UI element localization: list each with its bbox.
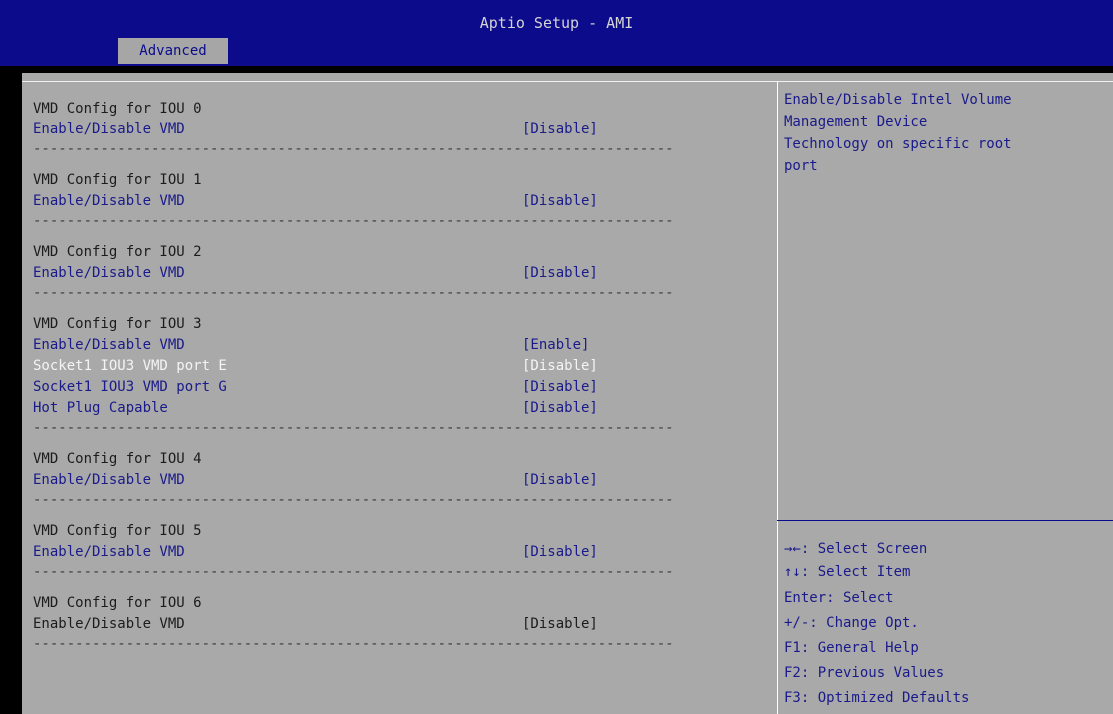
option-label-iou3-hot-plug[interactable]: Hot Plug Capable bbox=[33, 399, 168, 417]
separator: ----------------------------------------… bbox=[33, 285, 674, 301]
section-heading-iou0: VMD Config for IOU 0 bbox=[33, 101, 202, 117]
section-heading-iou3: VMD Config for IOU 3 bbox=[33, 316, 202, 332]
help-text-line: Technology on specific root bbox=[784, 136, 1012, 152]
option-label-iou3-vmd[interactable]: Enable/Disable VMD bbox=[33, 336, 185, 354]
separator: ----------------------------------------… bbox=[33, 564, 674, 580]
option-value-iou5-vmd[interactable]: [Disable] bbox=[522, 543, 598, 561]
section-heading-iou4: VMD Config for IOU 4 bbox=[33, 451, 202, 467]
option-value-iou4-vmd[interactable]: [Disable] bbox=[522, 471, 598, 489]
option-value-iou3-vmd[interactable]: [Enable] bbox=[522, 336, 589, 354]
help-divider bbox=[777, 520, 1113, 521]
help-text-line: Management Device bbox=[784, 114, 928, 130]
section-heading-iou1: VMD Config for IOU 1 bbox=[33, 172, 202, 188]
option-value-iou3-hot-plug[interactable]: [Disable] bbox=[522, 399, 598, 417]
help-text-line: Enable/Disable Intel Volume bbox=[784, 92, 1012, 108]
title-bar: Aptio Setup - AMI Advanced bbox=[0, 0, 1113, 66]
separator: ----------------------------------------… bbox=[33, 420, 674, 436]
option-label-iou3-port-g[interactable]: Socket1 IOU3 VMD port G bbox=[33, 378, 227, 396]
key-hint-change-opt: +/-: Change Opt. bbox=[784, 615, 919, 631]
app-title: Aptio Setup - AMI bbox=[479, 14, 634, 32]
option-label-iou6-vmd[interactable]: Enable/Disable VMD bbox=[33, 615, 185, 633]
key-hint-general-help: F1: General Help bbox=[784, 640, 919, 656]
option-value-iou6-vmd[interactable]: [Disable] bbox=[522, 615, 598, 633]
option-value-iou0-vmd[interactable]: [Disable] bbox=[522, 120, 598, 138]
key-hint-optimized-defaults: F3: Optimized Defaults bbox=[784, 690, 970, 706]
top-border bbox=[22, 81, 1113, 82]
section-heading-iou6: VMD Config for IOU 6 bbox=[33, 595, 202, 611]
section-heading-iou5: VMD Config for IOU 5 bbox=[33, 523, 202, 539]
tab-advanced[interactable]: Advanced bbox=[118, 38, 228, 64]
separator: ----------------------------------------… bbox=[33, 213, 674, 229]
option-label-iou5-vmd[interactable]: Enable/Disable VMD bbox=[33, 543, 185, 561]
key-hint-select-screen: →←: Select Screen bbox=[784, 541, 928, 557]
option-label-iou3-port-e[interactable]: Socket1 IOU3 VMD port E bbox=[33, 357, 227, 375]
option-label-iou0-vmd[interactable]: Enable/Disable VMD bbox=[33, 120, 185, 138]
setup-panel: VMD Config for IOU 0 Enable/Disable VMD … bbox=[22, 73, 1113, 714]
option-value-iou3-port-e[interactable]: [Disable] bbox=[522, 357, 598, 375]
option-value-iou1-vmd[interactable]: [Disable] bbox=[522, 192, 598, 210]
option-label-iou2-vmd[interactable]: Enable/Disable VMD bbox=[33, 264, 185, 282]
separator: ----------------------------------------… bbox=[33, 141, 674, 157]
key-hint-previous-values: F2: Previous Values bbox=[784, 665, 945, 681]
separator: ----------------------------------------… bbox=[33, 636, 674, 652]
key-hint-enter: Enter: Select bbox=[784, 590, 894, 606]
option-label-iou4-vmd[interactable]: Enable/Disable VMD bbox=[33, 471, 185, 489]
section-heading-iou2: VMD Config for IOU 2 bbox=[33, 244, 202, 260]
option-label-iou1-vmd[interactable]: Enable/Disable VMD bbox=[33, 192, 185, 210]
vertical-divider bbox=[777, 81, 778, 714]
separator: ----------------------------------------… bbox=[33, 492, 674, 508]
help-text-line: port bbox=[784, 158, 818, 174]
option-value-iou3-port-g[interactable]: [Disable] bbox=[522, 378, 598, 396]
option-value-iou2-vmd[interactable]: [Disable] bbox=[522, 264, 598, 282]
key-hint-select-item: ↑↓: Select Item bbox=[784, 564, 911, 580]
